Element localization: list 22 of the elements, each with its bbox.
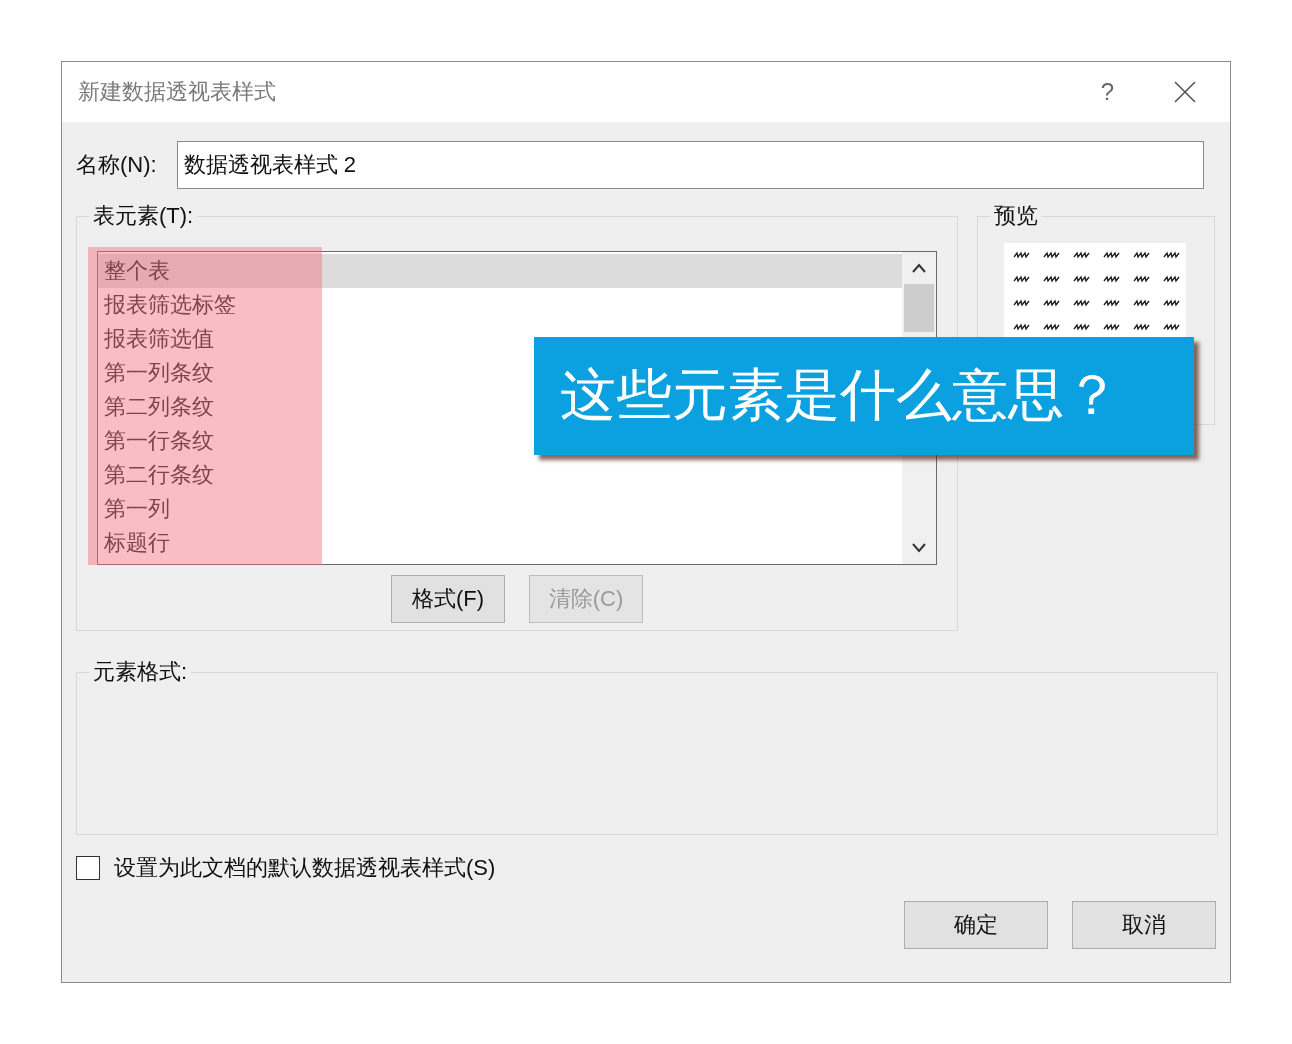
callout-banner: 这些元素是什么意思？ — [534, 337, 1194, 455]
cancel-button[interactable]: 取消 — [1072, 901, 1216, 949]
list-item[interactable]: 整个表 — [98, 254, 902, 288]
window-title: 新建数据透视表样式 — [77, 78, 277, 106]
scroll-down-icon[interactable] — [911, 542, 927, 554]
checkbox[interactable] — [76, 856, 100, 880]
scroll-up-icon[interactable] — [911, 262, 927, 274]
close-icon[interactable] — [1174, 81, 1196, 103]
checkbox-label: 设置为此文档的默认数据透视表样式(S) — [114, 854, 496, 882]
element-format-label: 元素格式: — [92, 658, 189, 686]
help-button[interactable]: ? — [1100, 78, 1114, 106]
table-elements-label: 表元素(T): — [92, 202, 195, 230]
list-item[interactable]: 第二行条纹 — [98, 458, 902, 492]
name-field[interactable]: 数据透视表样式 2 — [176, 141, 1204, 189]
list-item[interactable]: 第一列 — [98, 492, 902, 526]
format-button[interactable]: 格式(F) — [391, 575, 505, 623]
scroll-thumb[interactable] — [904, 284, 934, 332]
ok-button[interactable]: 确定 — [904, 901, 1048, 949]
list-item[interactable]: 报表筛选标签 — [98, 288, 902, 322]
list-item[interactable]: 标题行 — [98, 526, 902, 560]
name-label: 名称(N): — [76, 151, 157, 179]
preview-label: 预览 — [993, 202, 1039, 230]
